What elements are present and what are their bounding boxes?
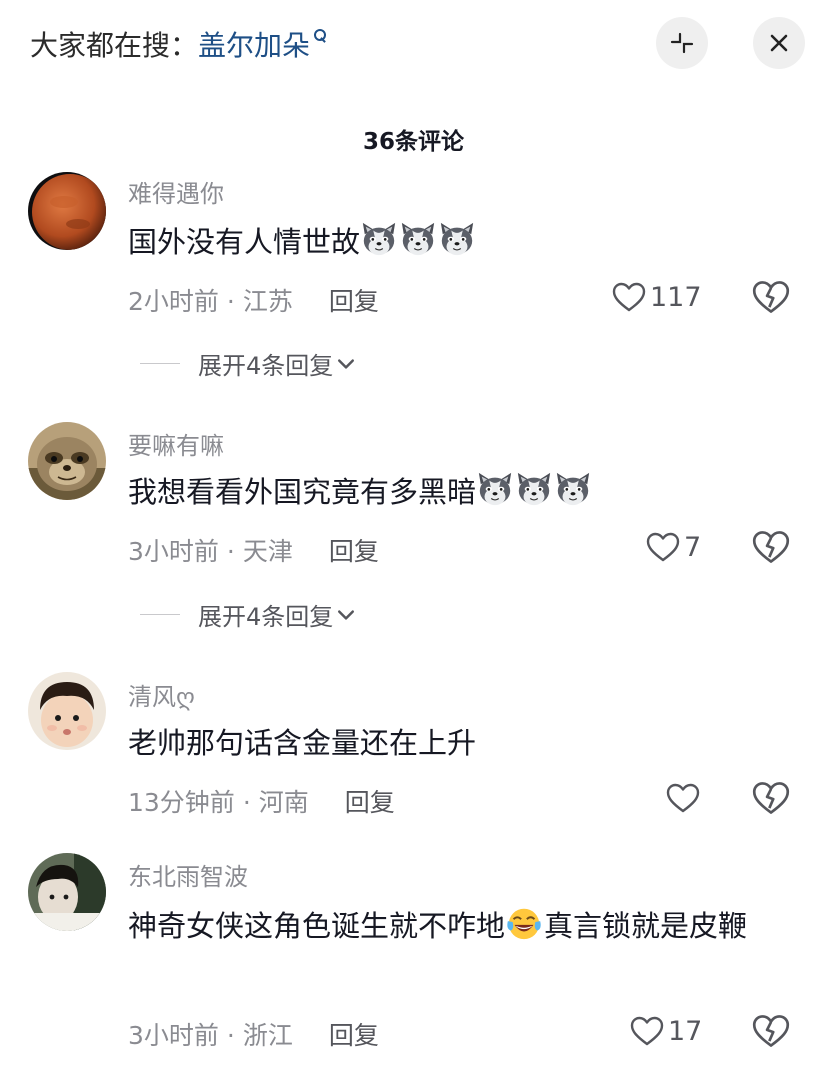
close-button[interactable]: [753, 17, 805, 69]
trending-search-prefix: 大家都在搜：: [30, 29, 199, 62]
like-button[interactable]: 17: [630, 1014, 702, 1048]
avatar[interactable]: [28, 853, 106, 931]
dislike-button[interactable]: [752, 530, 790, 564]
like-button[interactable]: 7: [646, 530, 701, 564]
avatar[interactable]: [28, 422, 106, 500]
comment-meta: 3小时前 · 浙江 回复: [128, 1021, 379, 1050]
expand-replies-label: 展开4条回复: [198, 352, 334, 380]
close-icon: [770, 34, 788, 52]
expand-replies-label: 展开4条回复: [198, 603, 334, 631]
like-button[interactable]: [666, 781, 704, 815]
comment-time: 13分钟前: [128, 788, 235, 817]
like-count: 7: [684, 531, 702, 563]
expand-replies-button[interactable]: 展开4条回复: [140, 346, 355, 381]
top-bar: 大家都在搜：盖尔加朵: [0, 0, 827, 90]
reply-button[interactable]: 回复: [329, 287, 379, 316]
divider: [140, 363, 180, 364]
comment-location: 天津: [242, 537, 293, 566]
comment-text: 国外没有人情世故: [128, 216, 798, 268]
comment-time: 2小时前: [128, 287, 219, 316]
heart-icon: [630, 1016, 664, 1046]
comment-text: 老帅那句话含金量还在上升: [128, 717, 798, 769]
comment-username[interactable]: 要嘛有嘛: [128, 426, 224, 461]
heart-icon: [646, 532, 680, 562]
like-count: 117: [650, 281, 702, 313]
comment-location: 河南: [258, 788, 309, 817]
chevron-down-icon: [337, 358, 355, 370]
chevron-down-icon: [337, 609, 355, 621]
reply-button[interactable]: 回复: [329, 1021, 379, 1050]
comment-text-body: 国外没有人情世故: [128, 225, 361, 259]
comment-location: 江苏: [242, 287, 293, 316]
heart-icon: [612, 282, 646, 312]
search-icon: [312, 28, 328, 46]
expand-replies-button[interactable]: 展开4条回复: [140, 597, 355, 632]
avatar[interactable]: [28, 672, 106, 750]
heart-icon: [666, 783, 700, 813]
comment-username[interactable]: 清风ღ: [128, 677, 195, 712]
reply-button[interactable]: 回复: [345, 788, 395, 817]
trending-search-keyword[interactable]: 盖尔加朵: [198, 29, 310, 62]
laugh-cry-emoji: [505, 904, 543, 942]
comment-text-body: 我想看看外国究竟有多黑暗: [128, 475, 477, 509]
wolf-emoji: [399, 220, 437, 258]
comment-username[interactable]: 难得遇你: [128, 174, 224, 209]
comment-text-body: 神奇女侠这角色诞生就不咋地: [128, 909, 506, 943]
comment-username[interactable]: 东北雨智波: [128, 857, 248, 892]
comment-text: 神奇女侠这角色诞生就不咋地 真言锁就是皮鞭: [128, 900, 798, 952]
comment-text: 我想看看外国究竟有多黑暗: [128, 466, 798, 518]
comment-location: 浙江: [242, 1021, 293, 1050]
collapse-icon: [670, 32, 694, 54]
wolf-emoji: [360, 220, 398, 258]
wolf-emoji: [554, 470, 592, 508]
like-button[interactable]: 117: [612, 280, 702, 314]
wolf-emoji: [476, 470, 514, 508]
avatar[interactable]: [28, 172, 106, 250]
dislike-button[interactable]: [752, 781, 790, 815]
dislike-button[interactable]: [752, 1014, 790, 1048]
trending-search-hint[interactable]: 大家都在搜：盖尔加朵: [30, 24, 328, 64]
divider: [140, 614, 180, 615]
comment-time: 3小时前: [128, 1021, 219, 1050]
comment-meta: 2小时前 · 江苏 回复: [128, 287, 379, 316]
dislike-button[interactable]: [752, 280, 790, 314]
reply-button[interactable]: 回复: [329, 537, 379, 566]
comment-time: 3小时前: [128, 537, 219, 566]
comment-text-body-continued: 真言锁就是皮鞭: [544, 909, 748, 943]
wolf-emoji: [438, 220, 476, 258]
comment-text-body: 老帅那句话含金量还在上升: [128, 726, 477, 760]
wolf-emoji: [515, 470, 553, 508]
comment-meta: 3小时前 · 天津 回复: [128, 537, 379, 566]
like-count: 17: [668, 1015, 703, 1047]
collapse-button[interactable]: [656, 17, 708, 69]
comment-meta: 13分钟前 · 河南 回复: [128, 788, 395, 817]
comment-count-title: 36条评论: [362, 129, 464, 155]
